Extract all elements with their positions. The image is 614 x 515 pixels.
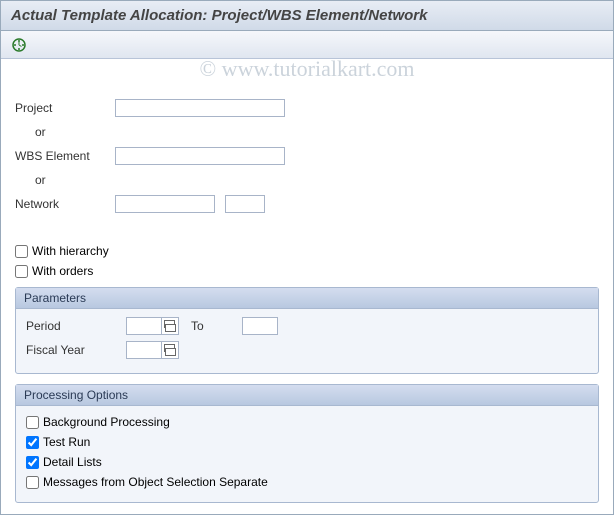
execute-button[interactable] bbox=[9, 35, 29, 55]
background-processing-label: Background Processing bbox=[43, 415, 170, 429]
network-activity-input[interactable] bbox=[225, 195, 265, 213]
background-processing-checkbox[interactable] bbox=[26, 416, 39, 429]
period-to-input[interactable] bbox=[242, 317, 278, 335]
test-run-checkbox[interactable] bbox=[26, 436, 39, 449]
detail-lists-checkbox[interactable] bbox=[26, 456, 39, 469]
messages-separate-checkbox[interactable] bbox=[26, 476, 39, 489]
messages-separate-label: Messages from Object Selection Separate bbox=[43, 475, 268, 489]
period-label: Period bbox=[26, 319, 126, 333]
to-label: To bbox=[191, 319, 204, 333]
project-label: Project bbox=[15, 101, 115, 115]
processing-options-header: Processing Options bbox=[16, 385, 598, 406]
wbs-element-label: WBS Element bbox=[15, 149, 115, 163]
fiscal-year-input[interactable] bbox=[126, 341, 162, 359]
processing-options-group: Processing Options Background Processing… bbox=[15, 384, 599, 503]
or-label-2: or bbox=[15, 173, 46, 187]
network-input[interactable] bbox=[115, 195, 215, 213]
wbs-element-input[interactable] bbox=[115, 147, 285, 165]
with-hierarchy-checkbox[interactable] bbox=[15, 245, 28, 258]
page-title: Actual Template Allocation: Project/WBS … bbox=[1, 1, 613, 31]
period-from-input[interactable] bbox=[126, 317, 162, 335]
execute-icon bbox=[11, 37, 27, 53]
content-area: Project or WBS Element or Network With h… bbox=[1, 59, 613, 503]
selection-block: Project or WBS Element or Network bbox=[15, 73, 599, 227]
period-matchcode-button[interactable] bbox=[161, 317, 179, 335]
parameters-header: Parameters bbox=[16, 288, 598, 309]
with-hierarchy-label: With hierarchy bbox=[32, 244, 109, 258]
fiscal-year-label: Fiscal Year bbox=[26, 343, 126, 357]
with-orders-label: With orders bbox=[32, 264, 93, 278]
parameters-group: Parameters Period To Fiscal Year bbox=[15, 287, 599, 374]
with-orders-checkbox[interactable] bbox=[15, 265, 28, 278]
or-label-1: or bbox=[15, 125, 46, 139]
toolbar bbox=[1, 31, 613, 59]
project-input[interactable] bbox=[115, 99, 285, 117]
detail-lists-label: Detail Lists bbox=[43, 455, 102, 469]
network-label: Network bbox=[15, 197, 115, 211]
fiscal-year-matchcode-button[interactable] bbox=[161, 341, 179, 359]
test-run-label: Test Run bbox=[43, 435, 90, 449]
